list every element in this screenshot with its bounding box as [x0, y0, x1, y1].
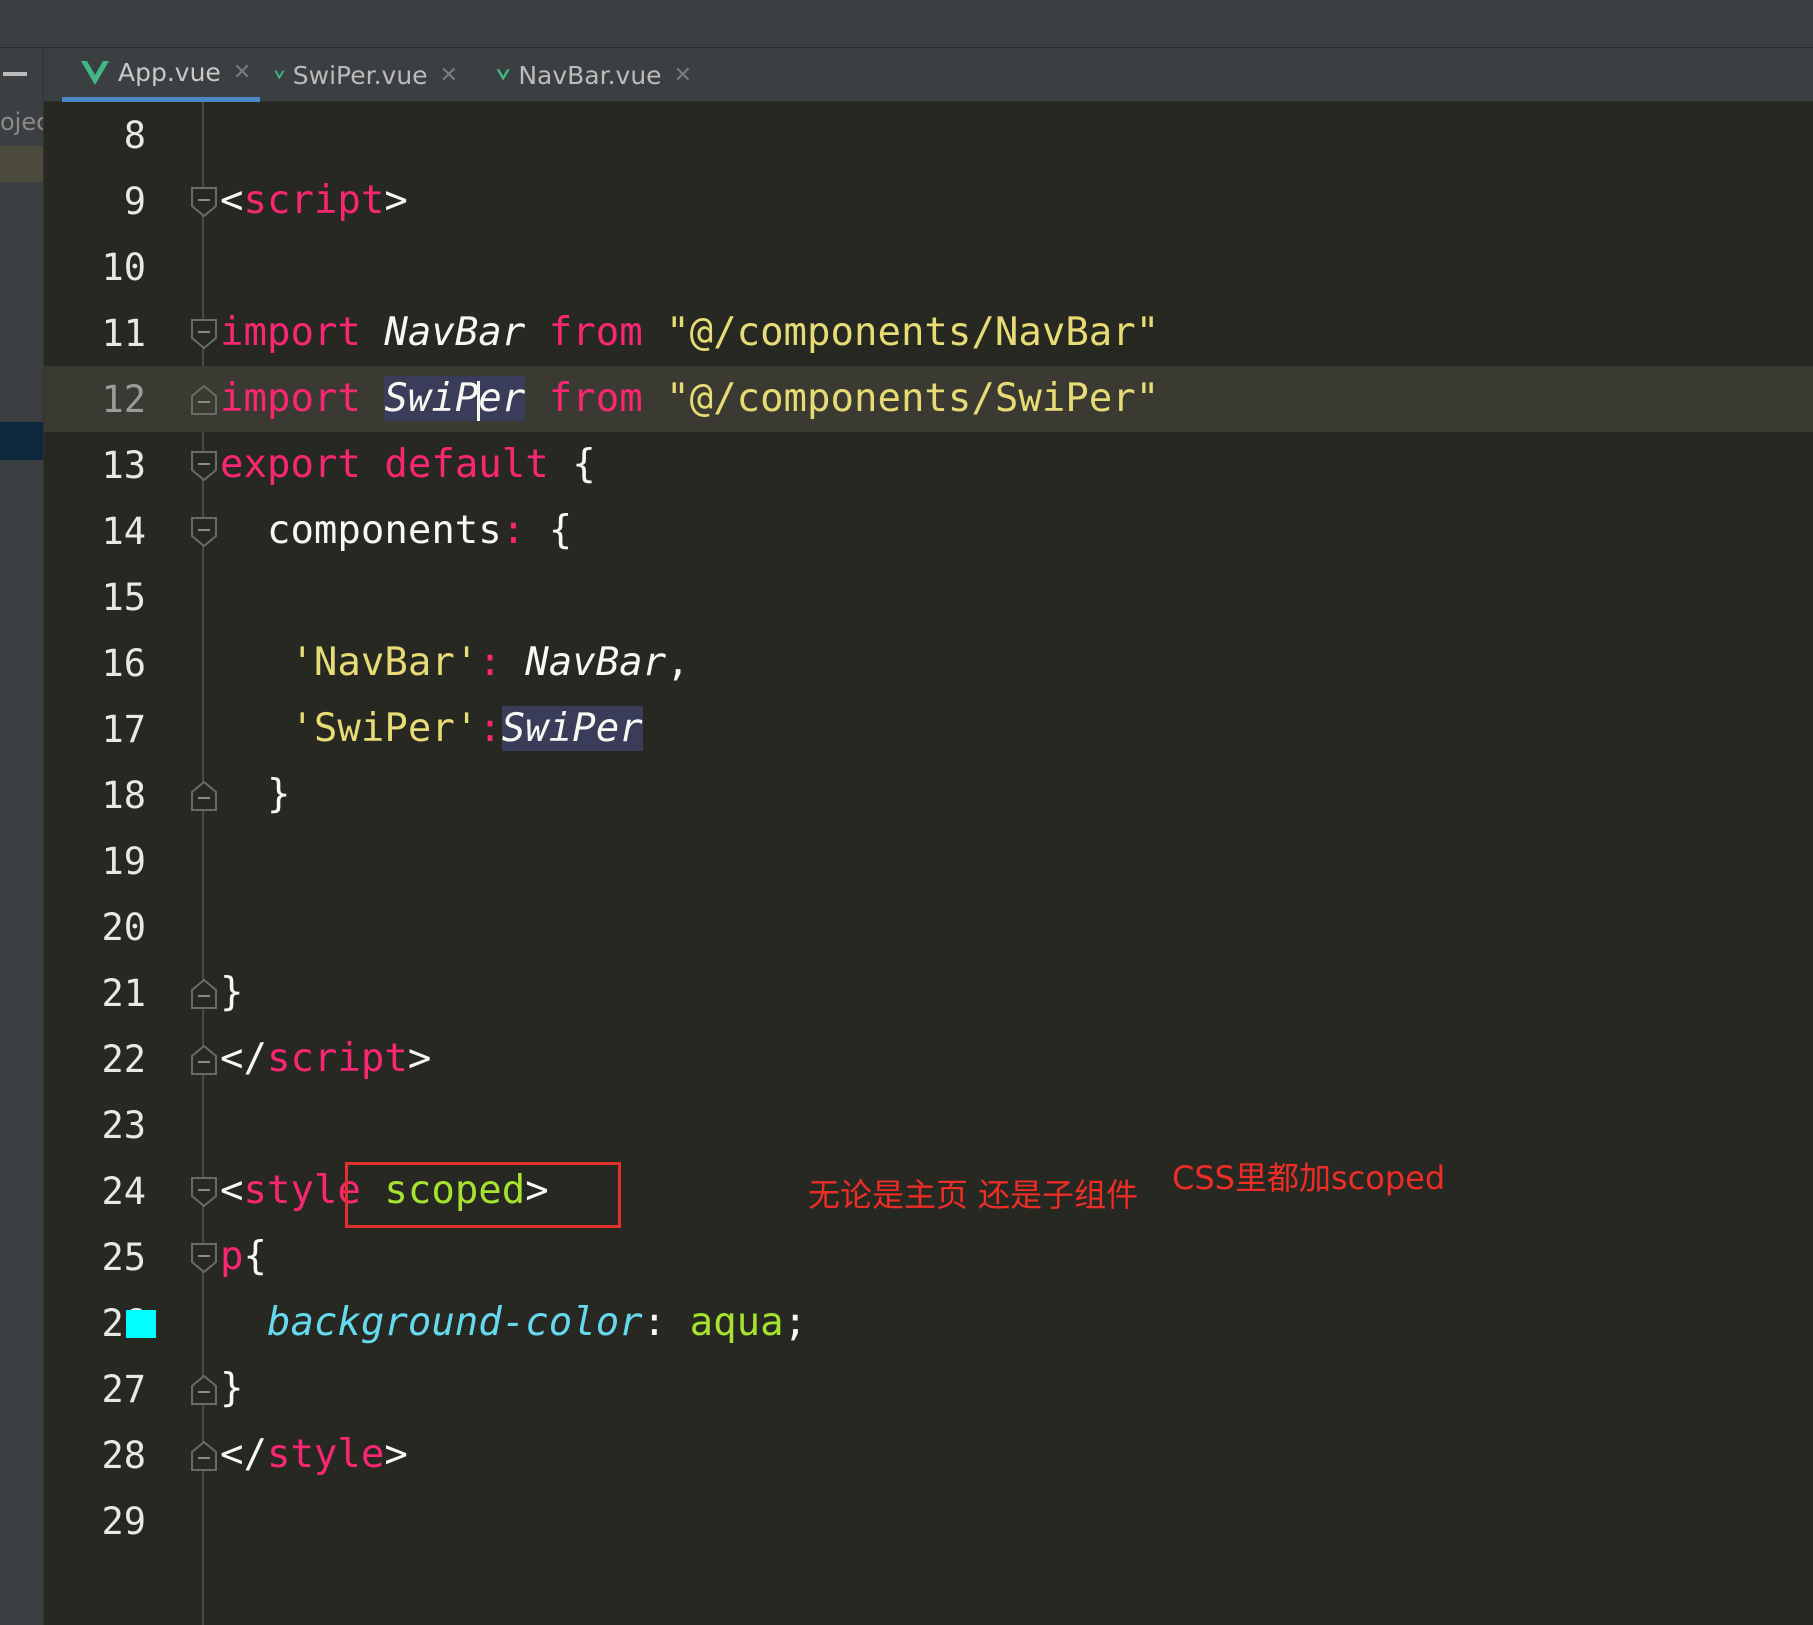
fold-marker-icon[interactable]: [190, 384, 218, 416]
fold-marker-icon[interactable]: [190, 1374, 218, 1406]
close-icon[interactable]: ✕: [440, 63, 458, 88]
code-text: export default {: [220, 442, 596, 487]
line-number: 19: [101, 840, 146, 883]
code-line[interactable]: 17 'SwiPer':SwiPer: [44, 696, 1813, 762]
code-line[interactable]: 20: [44, 894, 1813, 960]
code-line[interactable]: 16 'NavBar': NavBar,: [44, 630, 1813, 696]
code-text: import SwiPer from "@/components/SwiPer": [220, 376, 1160, 421]
code-text: }: [220, 970, 244, 1015]
code-line[interactable]: 11 import NavBar from "@/components/NavB…: [44, 300, 1813, 366]
line-number: 28: [101, 1434, 146, 1477]
line-number: 22: [101, 1038, 146, 1081]
color-swatch-icon[interactable]: [126, 1310, 156, 1338]
code-line[interactable]: 14 components: {: [44, 498, 1813, 564]
fold-marker-icon[interactable]: [190, 318, 218, 350]
code-text: </style>: [220, 1432, 408, 1477]
project-tree-highlight: [0, 146, 43, 182]
code-text: </script>: [220, 1036, 432, 1081]
code-text: }: [220, 1366, 244, 1411]
fold-marker-icon[interactable]: [190, 978, 218, 1010]
vue-icon: [496, 69, 510, 81]
annotation-highlight-box: [345, 1162, 621, 1228]
code-line[interactable]: 13 export default {: [44, 432, 1813, 498]
code-text: 'NavBar': NavBar,: [290, 640, 690, 685]
line-number: 23: [101, 1104, 146, 1147]
fold-marker-icon[interactable]: [190, 780, 218, 812]
tab-label: NavBar.vue: [518, 60, 662, 90]
vue-icon: [81, 60, 109, 85]
code-line[interactable]: 18 }: [44, 762, 1813, 828]
line-number: 27: [101, 1368, 146, 1411]
fold-marker-icon[interactable]: [190, 450, 218, 482]
line-number: 15: [101, 576, 146, 619]
line-number: 10: [101, 246, 146, 289]
line-number: 9: [123, 180, 146, 223]
fold-marker-icon[interactable]: [190, 1242, 218, 1274]
tab-label: SwiPer.vue: [292, 60, 428, 90]
annotation-text-css-scoped: CSS里都加scoped: [1172, 1159, 1446, 1197]
code-line[interactable]: 29: [44, 1488, 1813, 1554]
code-text: components: {: [266, 508, 573, 553]
code-line[interactable]: 19: [44, 828, 1813, 894]
code-text: import NavBar from "@/components/NavBar": [220, 310, 1160, 355]
line-number: 29: [101, 1500, 146, 1543]
code-text: 'SwiPer':SwiPer: [290, 706, 643, 751]
line-number: 21: [101, 972, 146, 1015]
fold-marker-icon[interactable]: [190, 1176, 218, 1208]
line-number: 12: [101, 378, 146, 421]
code-text: <script>: [220, 178, 408, 223]
project-panel-label: ojec: [0, 108, 43, 136]
fold-marker-icon[interactable]: [190, 186, 218, 218]
line-number: 25: [101, 1236, 146, 1279]
line-number: 13: [101, 444, 146, 487]
code-line[interactable]: 25 p{: [44, 1224, 1813, 1290]
line-number: 17: [101, 708, 146, 751]
code-text: p{: [220, 1234, 267, 1279]
close-icon[interactable]: ✕: [674, 63, 692, 88]
tab-navbar-vue[interactable]: NavBar.vue ✕: [482, 48, 692, 102]
code-line[interactable]: 8: [44, 102, 1813, 168]
code-line[interactable]: 21 }: [44, 960, 1813, 1026]
project-tree-selection: [0, 422, 43, 460]
tab-label: App.vue: [118, 58, 221, 87]
code-line-current[interactable]: 12 import SwiPer from "@/components/SwiP…: [44, 366, 1813, 432]
code-line[interactable]: 27 }: [44, 1356, 1813, 1422]
title-bar: [0, 0, 1813, 48]
line-number: 8: [123, 114, 146, 157]
code-line[interactable]: 28 </style>: [44, 1422, 1813, 1488]
code-line[interactable]: 9 <script>: [44, 168, 1813, 234]
line-number: 11: [101, 312, 146, 355]
collapse-icon[interactable]: [3, 72, 27, 76]
code-line[interactable]: 23: [44, 1092, 1813, 1158]
code-text: }: [266, 772, 291, 817]
vue-icon: [274, 70, 285, 80]
code-editor[interactable]: 8 9 <script> 10 11 import NavBar from "@…: [44, 102, 1813, 1625]
fold-marker-icon[interactable]: [190, 516, 218, 548]
code-line[interactable]: 10: [44, 234, 1813, 300]
code-line[interactable]: 26 background-color: aqua;: [44, 1290, 1813, 1356]
line-number: 24: [101, 1170, 146, 1213]
close-icon[interactable]: ✕: [233, 60, 251, 85]
tab-swiper-vue[interactable]: SwiPer.vue ✕: [260, 48, 458, 102]
code-line[interactable]: 22 </script>: [44, 1026, 1813, 1092]
line-number: 20: [101, 906, 146, 949]
editor-tab-bar: App.vue ✕ SwiPer.vue ✕ NavBar.vue ✕: [44, 48, 1813, 102]
fold-marker-icon[interactable]: [190, 1440, 218, 1472]
line-number: 14: [101, 510, 146, 553]
line-number: 16: [101, 642, 146, 685]
annotation-text-main-or-child: 无论是主页 还是子组件: [808, 1176, 1139, 1214]
line-number: 18: [101, 774, 146, 817]
fold-marker-icon[interactable]: [190, 1044, 218, 1076]
tab-app-vue[interactable]: App.vue ✕: [62, 48, 260, 102]
code-text: background-color: aqua;: [266, 1300, 808, 1345]
project-tool-strip[interactable]: ojec: [0, 48, 44, 1625]
code-line[interactable]: 15: [44, 564, 1813, 630]
